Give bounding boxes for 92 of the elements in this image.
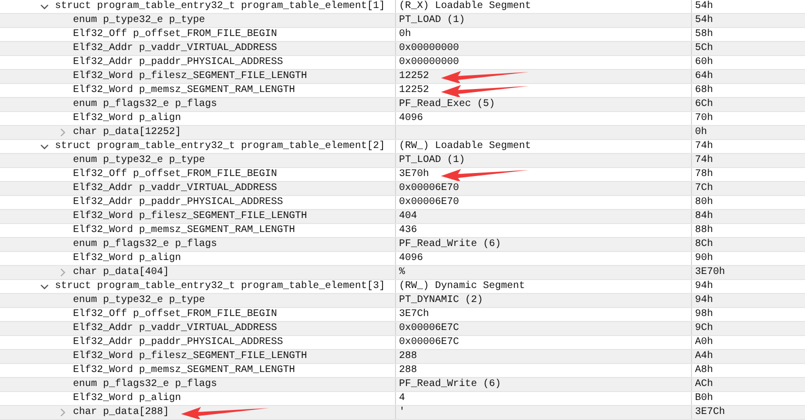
field-offset: 0h	[695, 126, 708, 140]
field-value: 436	[399, 224, 418, 237]
field-offset: 70h	[695, 112, 714, 126]
field-value: PF_Read_Write (6)	[399, 238, 502, 251]
field-value: 4096	[399, 112, 424, 125]
field-offset: 84h	[695, 210, 714, 224]
field-name: Elf32_Addr p_paddr_PHYSICAL_ADDRESS	[73, 336, 284, 349]
field-offset: 8Ch	[695, 238, 714, 252]
field-name: Elf32_Addr p_vaddr_VIRTUAL_ADDRESS	[73, 322, 278, 335]
field-name: struct program_table_entry32_t program_table_element[1]	[55, 0, 386, 13]
field-offset: 54h	[695, 14, 714, 28]
field-value: PF_Read_Write (6)	[399, 378, 502, 391]
field-offset: 78h	[695, 168, 714, 182]
field-value: 0x00006E7C	[399, 322, 460, 335]
field-offset: 3E70h	[695, 266, 726, 280]
field-name: Elf32_Word p_filesz_SEGMENT_FILE_LENGTH	[73, 350, 308, 363]
field-name: enum p_type32_e p_type	[73, 294, 206, 307]
field-value: (RW_) Loadable Segment	[399, 140, 532, 153]
field-name: char p_data[288]	[73, 406, 170, 419]
field-value: 0h	[399, 28, 412, 41]
field-name: Elf32_Addr p_paddr_PHYSICAL_ADDRESS	[73, 196, 284, 209]
field-name: Elf32_Off p_offset_FROM_FILE_BEGIN	[73, 308, 278, 321]
field-name: struct program_table_entry32_t program_table_element[3]	[55, 280, 386, 293]
field-value: PT_LOAD (1)	[399, 14, 466, 27]
field-name: Elf32_Word p_memsz_SEGMENT_RAM_LENGTH	[73, 224, 296, 237]
field-name: Elf32_Off p_offset_FROM_FILE_BEGIN	[73, 28, 278, 41]
field-offset: 9Ch	[695, 322, 714, 336]
field-value: 12252	[399, 70, 430, 83]
field-name: enum p_type32_e p_type	[73, 154, 206, 167]
field-name: enum p_flags32_e p_flags	[73, 378, 218, 391]
field-offset: 98h	[695, 308, 714, 322]
field-value: 0x00006E7C	[399, 336, 460, 349]
field-offset: 68h	[695, 84, 714, 98]
field-value: (R_X) Loadable Segment	[399, 0, 532, 13]
field-value: 288	[399, 350, 418, 363]
field-name: Elf32_Addr p_vaddr_VIRTUAL_ADDRESS	[73, 42, 278, 55]
field-name: Elf32_Addr p_vaddr_VIRTUAL_ADDRESS	[73, 182, 278, 195]
field-value: 0x00006E70	[399, 182, 460, 195]
collapse-chevron-icon[interactable]	[40, 2, 49, 11]
field-value: 0x00000000	[399, 42, 460, 55]
field-name: enum p_flags32_e p_flags	[73, 238, 218, 251]
field-value: 4	[399, 392, 406, 405]
field-name: struct program_table_entry32_t program_table_element[2]	[55, 140, 386, 153]
field-name: Elf32_Word p_filesz_SEGMENT_FILE_LENGTH	[73, 70, 308, 83]
field-value: (RW_) Dynamic Segment	[399, 280, 526, 293]
field-offset: 80h	[695, 196, 714, 210]
field-name: Elf32_Word p_align	[73, 392, 182, 405]
field-value: 3E70h	[399, 168, 430, 181]
field-offset: 58h	[695, 28, 714, 42]
collapse-chevron-icon[interactable]	[40, 282, 49, 291]
field-value: PF_Read_Exec (5)	[399, 98, 496, 111]
field-value: 3E7Ch	[399, 308, 430, 321]
field-offset: ACh	[695, 378, 714, 392]
field-name: Elf32_Word p_filesz_SEGMENT_FILE_LENGTH	[73, 210, 308, 223]
field-offset: A0h	[695, 336, 714, 350]
field-name: Elf32_Word p_memsz_SEGMENT_RAM_LENGTH	[73, 364, 296, 377]
field-name: Elf32_Word p_align	[73, 112, 182, 125]
collapse-chevron-icon[interactable]	[40, 142, 49, 151]
field-offset: 3E7Ch	[695, 406, 726, 420]
field-name: Elf32_Off p_offset_FROM_FILE_BEGIN	[73, 168, 278, 181]
field-offset: 74h	[695, 140, 714, 154]
field-offset: 94h	[695, 280, 714, 294]
field-name: enum p_flags32_e p_flags	[73, 98, 218, 111]
field-offset: 88h	[695, 224, 714, 238]
field-offset: 64h	[695, 70, 714, 84]
field-offset: A8h	[695, 364, 714, 378]
field-offset: B0h	[695, 392, 714, 406]
field-name: enum p_type32_e p_type	[73, 14, 206, 27]
field-offset: 94h	[695, 294, 714, 308]
field-name: char p_data[12252]	[73, 126, 182, 139]
field-offset: A4h	[695, 350, 714, 364]
field-value: 0x00006E70	[399, 196, 460, 209]
field-offset: 7Ch	[695, 182, 714, 196]
field-value: '	[399, 406, 406, 419]
field-offset: 74h	[695, 154, 714, 168]
field-value: PT_DYNAMIC (2)	[399, 294, 484, 307]
field-offset: 5Ch	[695, 42, 714, 56]
field-offset: 54h	[695, 0, 714, 14]
field-value: PT_LOAD (1)	[399, 154, 466, 167]
field-offset: 60h	[695, 56, 714, 70]
field-offset: 6Ch	[695, 98, 714, 112]
field-offset: 90h	[695, 252, 714, 266]
field-value: 12252	[399, 84, 430, 97]
field-value: %	[399, 266, 406, 279]
field-name: char p_data[404]	[73, 266, 170, 279]
field-value: 4096	[399, 252, 424, 265]
field-value: 288	[399, 364, 418, 377]
field-value: 404	[399, 210, 418, 223]
field-name: Elf32_Addr p_paddr_PHYSICAL_ADDRESS	[73, 56, 284, 69]
field-name: Elf32_Word p_memsz_SEGMENT_RAM_LENGTH	[73, 84, 296, 97]
field-name: Elf32_Word p_align	[73, 252, 182, 265]
field-value: 0x00000000	[399, 56, 460, 69]
